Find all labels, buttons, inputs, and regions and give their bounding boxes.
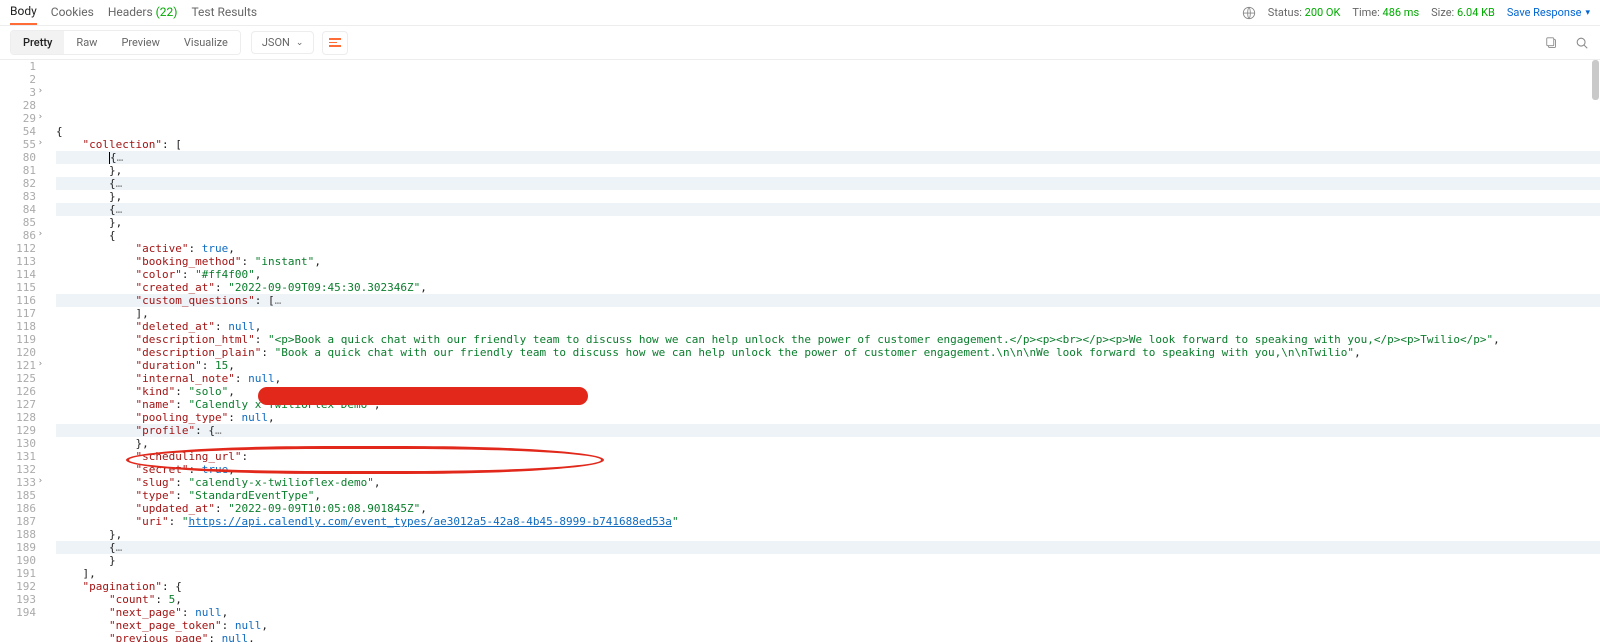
code-line[interactable]: "pooling_type": null, (56, 411, 1600, 424)
code-line[interactable]: }, (56, 528, 1600, 541)
wrap-lines-icon (329, 38, 341, 47)
fold-toggle[interactable]: › (34, 360, 43, 369)
code-line[interactable]: "next_page": null, (56, 606, 1600, 619)
language-dropdown-label: JSON (262, 36, 290, 49)
code-line[interactable]: "slug": "calendly-x-twilioflex-demo", (56, 476, 1600, 489)
size-group: Size: 6.04 KB (1431, 6, 1495, 19)
copy-icon[interactable] (1544, 35, 1560, 51)
fold-toggle[interactable]: › (34, 87, 43, 96)
code-line[interactable]: "duration": 15, (56, 359, 1600, 372)
network-icon[interactable] (1242, 6, 1256, 20)
tab-cookies[interactable]: Cookies (51, 1, 94, 24)
time-label: Time: (1352, 6, 1379, 19)
search-icon[interactable] (1574, 35, 1590, 51)
code-line[interactable]: } (56, 554, 1600, 567)
code-line[interactable]: {… (56, 541, 1600, 554)
code-line[interactable]: "custom_questions": [… (56, 294, 1600, 307)
time-group: Time: 486 ms (1352, 6, 1419, 19)
code-line[interactable]: "created_at": "2022-09-09T09:45:30.30234… (56, 281, 1600, 294)
code-line[interactable]: "uri": "https://api.calendly.com/event_t… (56, 515, 1600, 528)
code-line[interactable]: "profile": {… (56, 424, 1600, 437)
code-line[interactable]: {… (56, 151, 1600, 164)
save-response-label: Save Response (1507, 6, 1582, 19)
wrap-lines-button[interactable] (322, 31, 348, 55)
code-line[interactable]: "color": "#ff4f00", (56, 268, 1600, 281)
code-line[interactable]: "description_plain": "Book a quick chat … (56, 346, 1600, 359)
code-line[interactable]: ], (56, 307, 1600, 320)
tab-headers-label: Headers (108, 5, 153, 19)
code-line[interactable]: { (56, 125, 1600, 138)
fold-toggle[interactable]: › (34, 477, 43, 486)
chevron-down-icon: ⌄ (296, 38, 304, 48)
code-line[interactable]: "kind": "solo", (56, 385, 1600, 398)
code-line[interactable]: {… (56, 203, 1600, 216)
code-line[interactable]: { (56, 229, 1600, 242)
size-value: 6.04 KB (1457, 6, 1495, 19)
fold-toggle[interactable]: › (34, 113, 43, 122)
size-label: Size: (1431, 6, 1454, 19)
code-line[interactable]: }, (56, 216, 1600, 229)
code-line[interactable]: }, (56, 190, 1600, 203)
code-line[interactable]: "description_html": "<p>Book a quick cha… (56, 333, 1600, 346)
code-line[interactable]: "updated_at": "2022-09-09T10:05:08.90184… (56, 502, 1600, 515)
response-tabs: Body Cookies Headers (22) Test Results (10, 0, 257, 25)
code-line[interactable]: "previous_page": null, (56, 632, 1600, 642)
status-label: Status: (1268, 6, 1302, 19)
response-meta: Status: 200 OK Time: 486 ms Size: 6.04 K… (1242, 6, 1590, 20)
view-visualize-button[interactable]: Visualize (172, 31, 240, 54)
code-line[interactable]: "type": "StandardEventType", (56, 489, 1600, 502)
code-line[interactable]: "deleted_at": null, (56, 320, 1600, 333)
code-line[interactable]: "active": true, (56, 242, 1600, 255)
code-line[interactable]: "internal_note": null, (56, 372, 1600, 385)
fold-toggle[interactable]: › (34, 139, 43, 148)
tab-headers-count: (22) (156, 5, 178, 19)
tab-test-results[interactable]: Test Results (191, 1, 257, 24)
code-line[interactable]: "secret": true, (56, 463, 1600, 476)
response-body[interactable]: 123›2829›5455›80818283848586›11211311411… (0, 60, 1600, 642)
view-preview-button[interactable]: Preview (109, 31, 171, 54)
code-line[interactable]: "pagination": { (56, 580, 1600, 593)
status-group: Status: 200 OK (1268, 6, 1341, 19)
code-line[interactable]: ], (56, 567, 1600, 580)
code-line[interactable]: {… (56, 177, 1600, 190)
time-value: 486 ms (1383, 6, 1420, 19)
scrollbar-thumb[interactable] (1592, 60, 1599, 100)
tab-body[interactable]: Body (10, 0, 37, 25)
code-line[interactable]: }, (56, 437, 1600, 450)
code-content[interactable]: { "collection": [ {… }, {… }, {… }, { "a… (44, 60, 1600, 642)
view-mode-segment: Pretty Raw Preview Visualize (10, 30, 241, 55)
code-line[interactable]: "name": "Calendly x TwilioFlex Demo", (56, 398, 1600, 411)
fold-toggle[interactable]: › (34, 230, 43, 239)
language-dropdown[interactable]: JSON ⌄ (251, 31, 315, 54)
code-line[interactable]: "collection": [ (56, 138, 1600, 151)
code-line[interactable]: "count": 5, (56, 593, 1600, 606)
response-header: Body Cookies Headers (22) Test Results S… (0, 0, 1600, 26)
code-line[interactable]: }, (56, 164, 1600, 177)
status-value: 200 OK (1305, 6, 1341, 19)
code-line[interactable]: "next_page_token": null, (56, 619, 1600, 632)
body-toolbar: Pretty Raw Preview Visualize JSON ⌄ (0, 26, 1600, 60)
line-gutter: 123›2829›5455›80818283848586›11211311411… (0, 60, 44, 642)
chevron-down-icon: ▾ (1585, 8, 1590, 18)
code-line[interactable]: "scheduling_url": (56, 450, 1600, 463)
view-pretty-button[interactable]: Pretty (11, 31, 64, 54)
tab-headers[interactable]: Headers (22) (108, 1, 178, 24)
view-raw-button[interactable]: Raw (64, 31, 109, 54)
code-line[interactable]: "booking_method": "instant", (56, 255, 1600, 268)
toolbar-right (1544, 35, 1590, 51)
save-response-button[interactable]: Save Response ▾ (1507, 6, 1590, 19)
